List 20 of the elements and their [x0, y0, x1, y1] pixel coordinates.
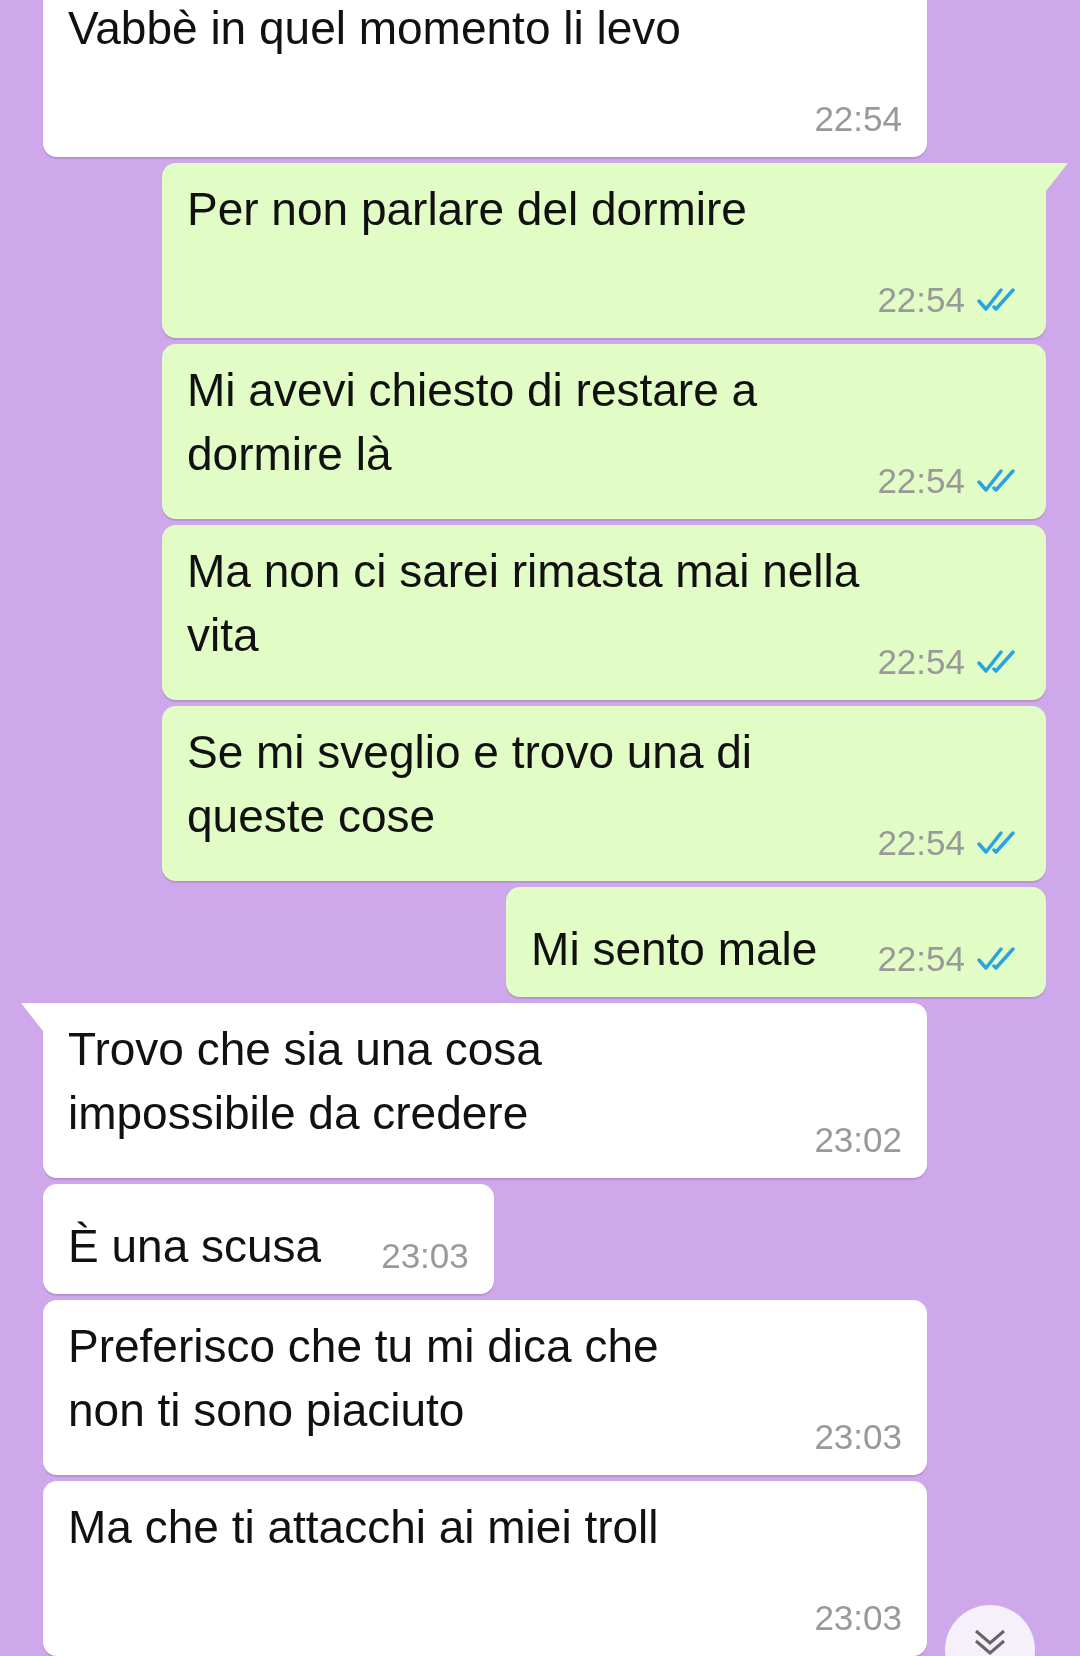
message-text: È una scusa: [68, 1219, 322, 1274]
message-time: 22:54: [877, 642, 965, 682]
message-time: 22:54: [877, 461, 965, 501]
message-text: Trovo che sia una cosa impossibile da credere: [68, 1022, 543, 1141]
message-time: 23:03: [381, 1236, 469, 1276]
message-text: Mi sento male: [531, 922, 818, 977]
message-time: 22:54: [877, 823, 965, 863]
message-text: Preferisco che tu mi dica che non ti sono piaciuto: [68, 1319, 660, 1438]
message-time: 23:02: [814, 1120, 902, 1160]
message-time: 23:03: [814, 1598, 902, 1638]
message-time: 23:03: [814, 1417, 902, 1457]
message-time: 22:54: [877, 939, 965, 979]
message-text: Mi avevi chiesto di restare a dormire là: [187, 363, 759, 482]
message-text: Se mi sveglio e trovo una di queste cose: [187, 725, 754, 844]
message-time: 22:54: [814, 99, 902, 139]
message-text: Ma che ti attacchi ai miei troll: [68, 1500, 660, 1555]
message-text: Ma non ci sarei rimasta mai nella vita: [187, 544, 861, 663]
message-text: Per non parlare del dormire: [187, 182, 748, 237]
message-time: 22:54: [877, 280, 965, 320]
message-text: Vabbè in quel momento li levo: [68, 1, 682, 56]
